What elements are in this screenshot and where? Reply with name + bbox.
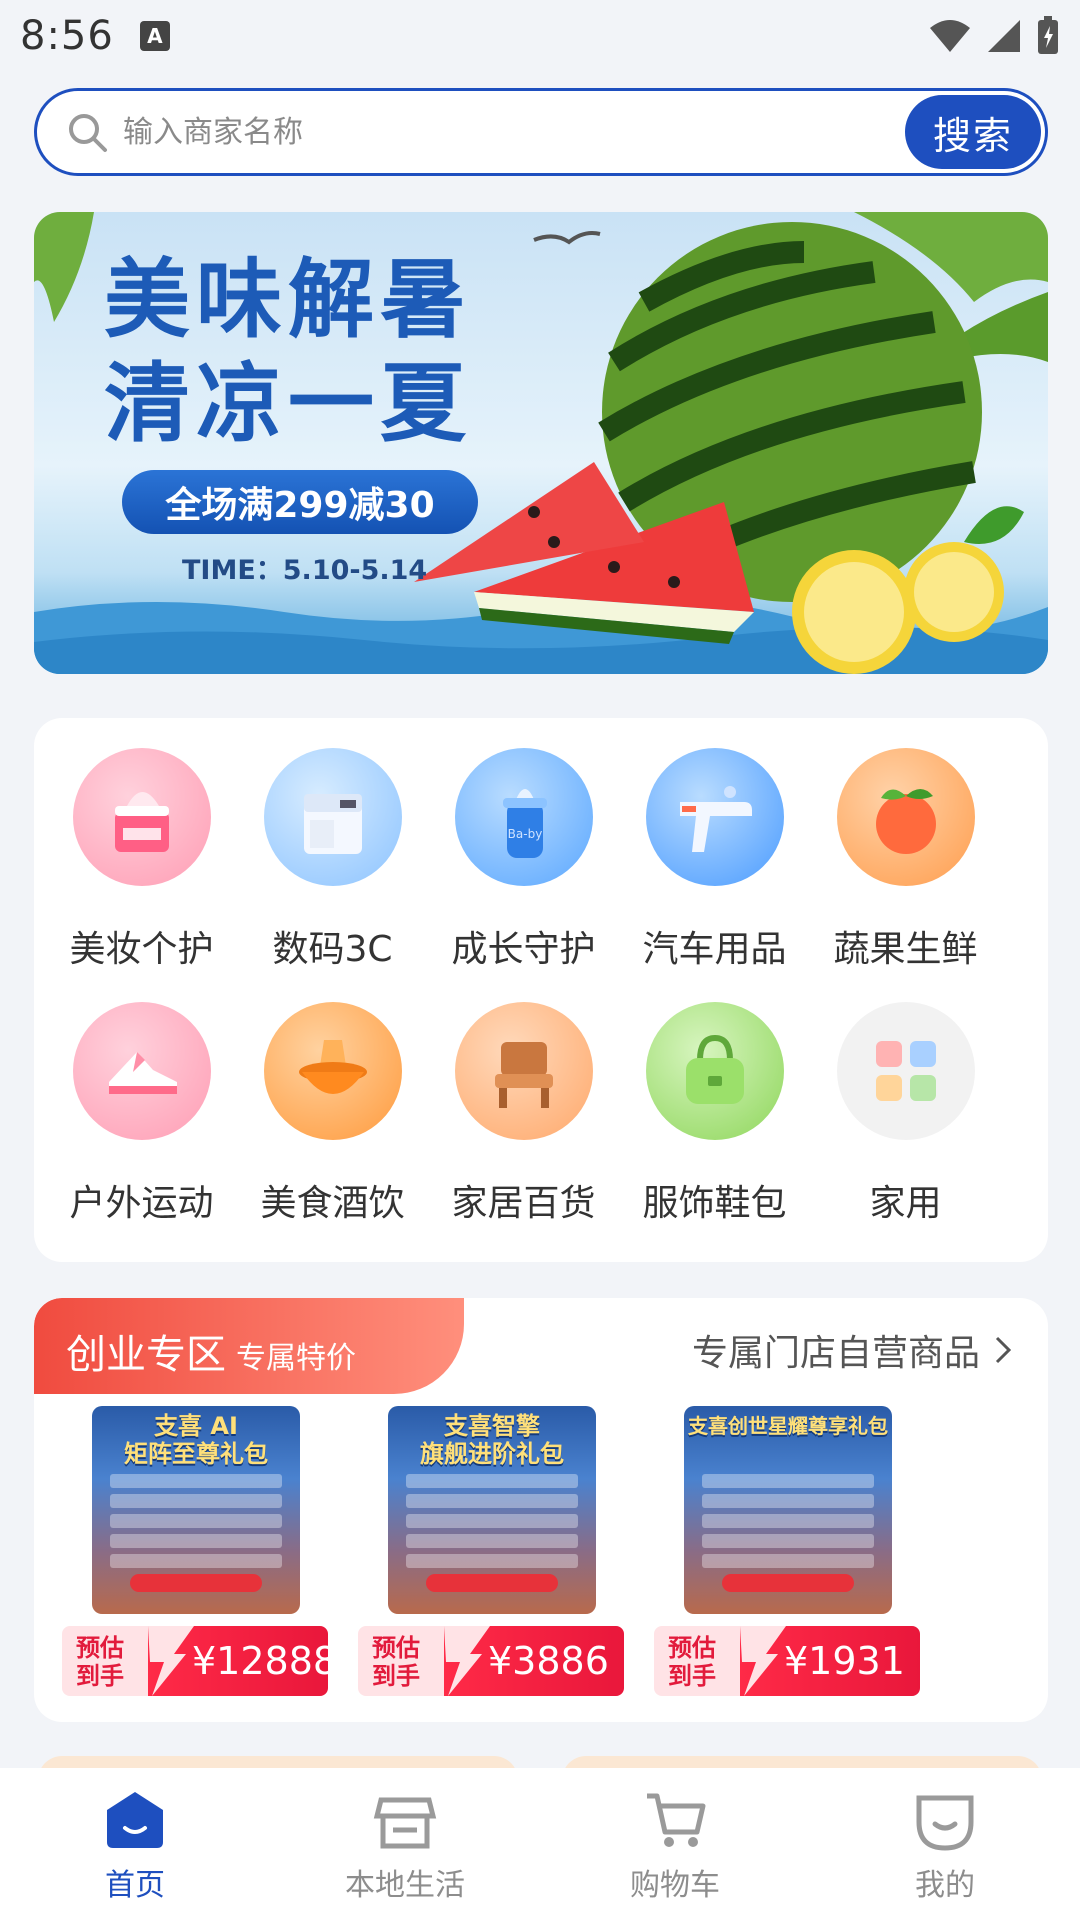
product-image-title: 支喜创世星耀尊享礼包 [688,1414,888,1438]
category-label: 蔬果生鲜 [833,929,978,970]
nav-label: 我的 [915,1868,975,1903]
battery-icon [1038,16,1058,54]
nav-profile[interactable]: 我的 [810,1768,1080,1920]
product-image-content [702,1474,874,1574]
product-image-title: 支喜 AI 矩阵至尊礼包 [124,1412,268,1468]
category-label: 美妆个护 [69,929,214,970]
category-label: 成长守护 [451,929,596,970]
product-card[interactable]: 支喜 AI 矩阵至尊礼包 预估 到手 ¥12888 [62,1406,328,1696]
category-label: 户外运动 [69,1183,214,1224]
price-tag: 预估 到手 ¥12888 [62,1626,328,1696]
search-button[interactable]: 搜索 [905,95,1041,169]
category-label: 美食酒饮 [260,1183,405,1224]
nav-label: 购物车 [630,1868,720,1903]
grid-apps-icon [836,1002,975,1140]
category-food-drinks[interactable]: 美食酒饮 [237,1002,428,1226]
category-grid: 美妆个护 数码3C Ba-by 成长守护 汽车用品 蔬果生鲜 户外运动 美食酒饮… [34,718,1048,1226]
nav-label: 本地生活 [345,1868,465,1903]
banner-time: TIME：5.10-5.14 [182,555,428,586]
sneaker-icon [72,1002,211,1140]
price-value: ¥12888 [192,1639,328,1683]
price-value-box: ¥12888 [148,1626,328,1696]
product-list: 支喜 AI 矩阵至尊礼包 预估 到手 ¥12888 支喜智擎 旗舰进阶礼包 预估… [62,1406,920,1696]
skincare-icon [72,748,211,886]
exclusive-store-link[interactable]: 专属门店自营商品 [692,1324,1012,1376]
product-image-badge [722,1574,854,1592]
price-tag: 预估 到手 ¥1931 [654,1626,920,1696]
accessibility-notification-icon: A [139,21,170,51]
printer-icon [263,748,402,886]
car-wash-gun-icon [645,748,784,886]
category-household[interactable]: 家用 [810,1002,1001,1226]
banner-title: 美味解暑 清凉一夏 [104,250,472,454]
promo-banner[interactable]: 美味解暑 清凉一夏 全场满299减30 TIME：5.10-5.14 [34,212,1048,674]
exclusive-store-link-label: 专属门店自营商品 [691,1333,980,1374]
category-label: 家居百货 [451,1183,596,1224]
price-value: ¥3886 [488,1639,609,1683]
product-image-content [110,1474,282,1574]
wifi-icon [930,20,970,52]
startup-zone-title-text: 创业专区 [66,1332,226,1378]
lightning-icon [740,1626,786,1696]
category-label: 汽车用品 [642,929,787,970]
category-label: 数码3C [272,929,393,970]
lightning-icon [444,1626,490,1696]
category-label: 服饰鞋包 [642,1183,787,1224]
lightning-icon [148,1626,194,1696]
product-image-title: 支喜智擎 旗舰进阶礼包 [420,1412,564,1468]
category-label: 家用 [869,1183,942,1224]
category-apparel[interactable]: 服饰鞋包 [619,1002,810,1226]
price-tag: 预估 到手 ¥3886 [358,1626,624,1696]
store-icon [373,1797,437,1849]
product-image: 支喜创世星耀尊享礼包 [684,1406,892,1614]
price-estimate-label: 预估 到手 [358,1626,444,1696]
category-produce[interactable]: 蔬果生鲜 [810,748,1001,972]
status-time: 8:56 [20,13,114,59]
category-digital[interactable]: 数码3C [237,748,428,972]
product-card[interactable]: 支喜创世星耀尊享礼包 预估 到手 ¥1931 [654,1406,920,1696]
nav-home[interactable]: 首页 [0,1768,270,1920]
home-icon [107,1792,163,1848]
price-estimate-label: 预估 到手 [654,1626,740,1696]
chair-icon [454,1002,593,1140]
svg-text:Ba-by: Ba-by [507,827,542,841]
cart-icon [647,1793,706,1847]
category-beauty[interactable]: 美妆个护 [46,748,237,972]
nav-cart[interactable]: 购物车 [540,1768,810,1920]
bottom-nav: 首页 本地生活 购物车 我的 [0,1768,1080,1920]
handbag-icon [645,1002,784,1140]
product-image: 支喜 AI 矩阵至尊礼包 [92,1406,300,1614]
startup-zone: 创业专区 专属特价 专属门店自营商品 支喜 AI 矩阵至尊礼包 预估 到手 ¥1… [34,1298,1048,1722]
price-value-box: ¥3886 [444,1626,624,1696]
product-image-badge [130,1574,262,1592]
price-estimate-label: 预估 到手 [62,1626,148,1696]
status-icons [928,16,1060,56]
nav-label: 首页 [105,1868,165,1903]
category-growth[interactable]: Ba-by 成长守护 [428,748,619,972]
product-image-content [406,1474,578,1574]
search-input[interactable] [123,102,905,162]
startup-zone-title: 创业专区 专属特价 [66,1322,356,1380]
nav-local-life[interactable]: 本地生活 [270,1768,540,1920]
category-home[interactable]: 家居百货 [428,1002,619,1226]
status-bar: 8:56 A [0,0,1080,72]
hotpot-icon [263,1002,402,1140]
banner-promo: 全场满299减30 [122,470,478,534]
price-value: ¥1931 [784,1639,905,1683]
price-value-box: ¥1931 [740,1626,920,1696]
startup-zone-subtitle: 专属特价 [236,1341,356,1376]
baby-bottle-icon: Ba-by [454,748,593,886]
category-outdoor[interactable]: 户外运动 [46,1002,237,1226]
profile-icon [916,1795,974,1851]
cellular-signal-icon [988,20,1020,52]
search-icon [69,114,107,152]
search-bar: 搜索 [34,88,1048,176]
product-card[interactable]: 支喜智擎 旗舰进阶礼包 预估 到手 ¥3886 [358,1406,624,1696]
category-card: 美妆个护 数码3C Ba-by 成长守护 汽车用品 蔬果生鲜 户外运动 美食酒饮… [34,718,1048,1262]
chevron-right-icon [995,1336,1012,1364]
peach-icon [836,748,975,886]
product-image-badge [426,1574,558,1592]
product-image: 支喜智擎 旗舰进阶礼包 [388,1406,596,1614]
category-auto[interactable]: 汽车用品 [619,748,810,972]
